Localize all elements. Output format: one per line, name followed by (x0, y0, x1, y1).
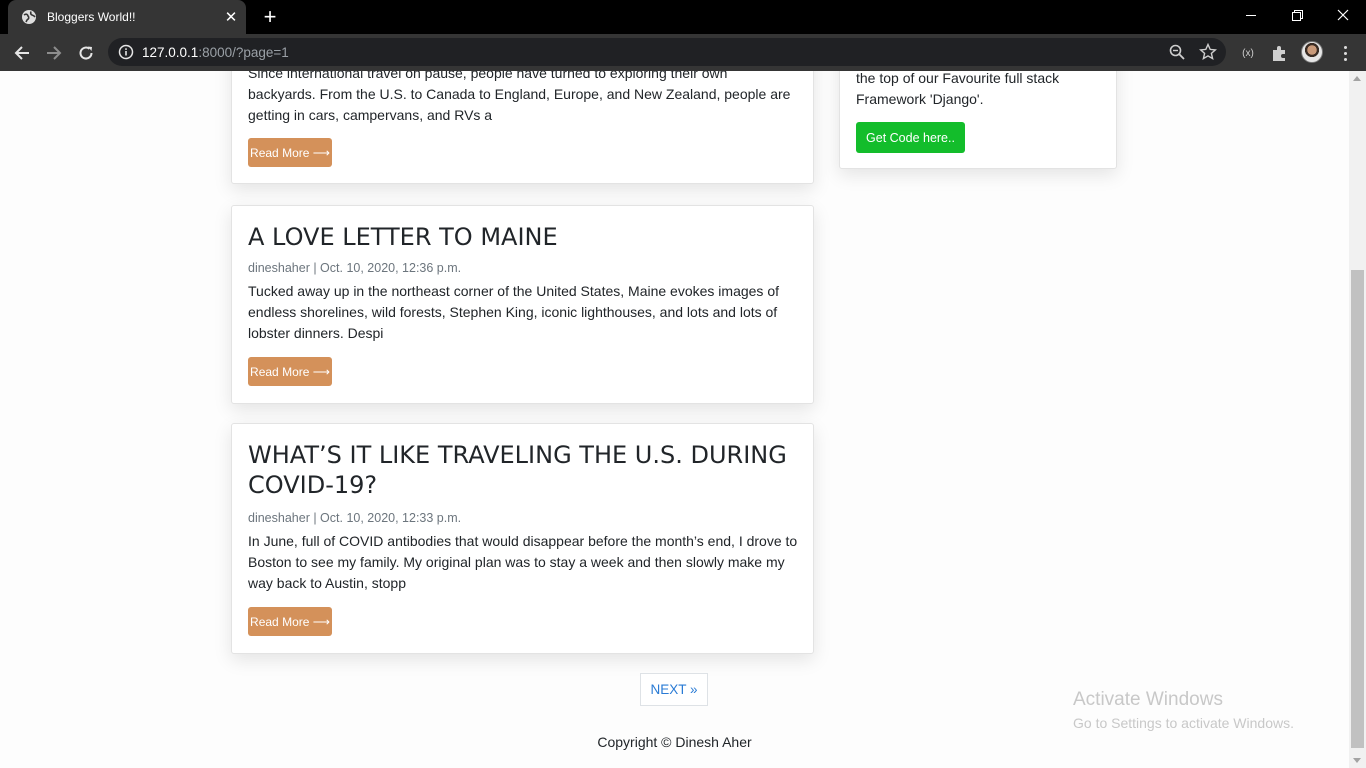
post-meta: dineshaher | Oct. 10, 2020, 12:36 p.m. (248, 261, 462, 275)
tab-close-icon[interactable]: ✕ (218, 4, 244, 30)
get-code-button[interactable]: Get Code here.. (856, 122, 965, 153)
tab-title: Bloggers World!! (47, 10, 136, 24)
profile-avatar[interactable] (1301, 41, 1323, 63)
back-icon[interactable] (8, 39, 36, 67)
post-excerpt: Since international travel on pause, peo… (248, 71, 791, 123)
minimize-icon[interactable] (1228, 0, 1274, 30)
footer-copyright: Copyright © Dinesh Aher (597, 734, 752, 750)
address-bar[interactable]: 127.0.0.1:8000/?page=1 (108, 38, 1226, 66)
star-icon[interactable] (1199, 43, 1217, 61)
page-viewport: Since international travel on pause, peo… (0, 71, 1349, 768)
post-meta: dineshaher | Oct. 10, 2020, 12:33 p.m. (248, 511, 462, 525)
post-card: Since international travel on pause, peo… (231, 71, 814, 184)
browser-titlebar: Bloggers World!! ✕ + (0, 0, 1366, 34)
reload-icon[interactable] (72, 39, 100, 67)
post-excerpt: In June, full of COVID antibodies that w… (248, 533, 798, 591)
read-more-button[interactable]: Read More ⟶ (248, 607, 332, 636)
scroll-up-icon[interactable] (1353, 76, 1361, 81)
restore-icon[interactable] (1274, 0, 1320, 30)
scroll-down-icon[interactable] (1353, 758, 1361, 763)
browser-toolbar: 127.0.0.1:8000/?page=1 (x) (0, 34, 1366, 71)
menu-icon[interactable] (1335, 43, 1355, 63)
activate-windows-subtitle: Go to Settings to activate Windows. (1073, 715, 1294, 731)
read-more-button[interactable]: Read More ⟶ (248, 138, 332, 167)
post-card: WHAT’S IT LIKE TRAVELING THE U.S. DURING… (231, 423, 814, 654)
activate-windows-title: Activate Windows (1073, 689, 1223, 710)
next-page-link[interactable]: NEXT » (640, 673, 708, 706)
extension-icon[interactable]: (x) (1238, 43, 1258, 63)
post-title[interactable]: WHAT’S IT LIKE TRAVELING THE U.S. DURING… (248, 440, 798, 500)
forward-icon[interactable] (40, 39, 68, 67)
url-text: 127.0.0.1:8000/?page=1 (142, 45, 289, 60)
post-title[interactable]: A LOVE LETTER TO MAINE (248, 222, 798, 252)
post-card: A LOVE LETTER TO MAINE dineshaher | Oct.… (231, 205, 814, 404)
vertical-scrollbar[interactable] (1349, 71, 1366, 768)
sidebar-text: the top of our Favourite full stack Fram… (856, 71, 1060, 107)
new-tab-icon[interactable]: + (258, 4, 282, 29)
close-window-icon[interactable] (1320, 0, 1366, 30)
read-more-button[interactable]: Read More ⟶ (248, 357, 332, 386)
scrollbar-thumb[interactable] (1351, 270, 1364, 748)
post-excerpt: Tucked away up in the northeast corner o… (248, 283, 779, 341)
sidebar-card: the top of our Favourite full stack Fram… (839, 71, 1117, 169)
globe-icon (22, 10, 36, 24)
zoom-icon[interactable] (1168, 43, 1186, 61)
browser-tab[interactable]: Bloggers World!! ✕ (8, 0, 246, 34)
puzzle-icon[interactable] (1270, 43, 1290, 63)
info-icon[interactable] (118, 44, 134, 60)
